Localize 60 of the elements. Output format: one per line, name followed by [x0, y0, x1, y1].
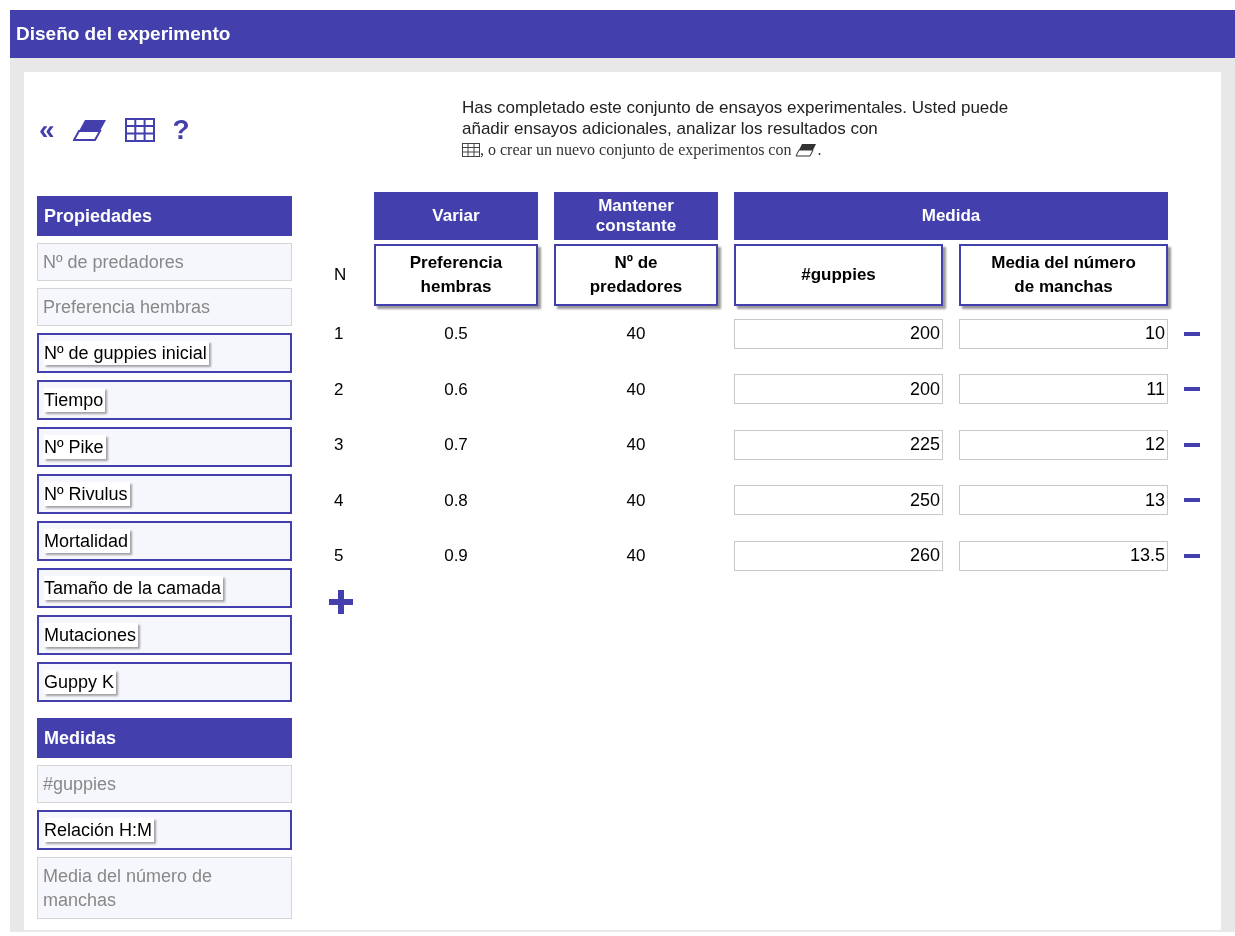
value-input[interactable]: 11	[959, 374, 1168, 405]
row-number: 1	[333, 323, 345, 345]
toolbar-button[interactable]: «	[39, 116, 55, 144]
column-group-header: Variar	[374, 192, 538, 240]
table-cell-text: 0.5	[443, 323, 469, 345]
value-input[interactable]: 200	[734, 374, 943, 405]
section-header: Propiedades	[37, 196, 292, 236]
table-cell-text: 0.9	[443, 545, 469, 567]
row-number: 3	[333, 434, 345, 456]
column-header: Preferencia hembras	[374, 244, 538, 306]
column-header: N	[333, 264, 348, 287]
minus-icon[interactable]	[1184, 387, 1200, 392]
value-input[interactable]: 12	[959, 429, 1168, 460]
table-cell-text: 0.8	[443, 489, 469, 512]
eraser-icon	[795, 143, 818, 157]
column-group-header: Mantener constante	[554, 192, 718, 240]
row-number: 5	[333, 545, 345, 567]
value-input[interactable]: 260	[734, 540, 943, 571]
plus-icon[interactable]	[329, 589, 353, 614]
property-item[interactable]: Mutaciones	[37, 615, 292, 655]
message-text: , o crear un nuevo conjunto de experimentos con	[480, 140, 792, 161]
property-item[interactable]: Tamaño de la camada	[37, 568, 292, 608]
table-cell-text: 40	[625, 434, 647, 456]
property-item[interactable]: Mortalidad	[37, 521, 292, 561]
eraser-icon[interactable]	[72, 119, 107, 141]
value-input[interactable]: 10	[959, 318, 1168, 349]
table-cell-text: 0.6	[443, 378, 469, 401]
table-cell-text: 40	[625, 378, 647, 401]
minus-icon[interactable]	[1184, 498, 1200, 503]
minus-icon[interactable]	[1184, 553, 1200, 558]
property-item[interactable]: Nº Pike	[37, 427, 292, 467]
value-input[interactable]: 225	[734, 429, 943, 460]
value-input[interactable]: 13	[959, 485, 1168, 516]
property-item[interactable]: Relación H:M	[37, 810, 292, 850]
property-item[interactable]: Nº de guppies inicial	[37, 333, 292, 373]
column-header: #guppies	[734, 244, 943, 306]
minus-icon[interactable]	[1184, 331, 1200, 336]
row-number: 2	[333, 378, 345, 401]
value-input[interactable]: 250	[734, 485, 943, 516]
message-text: Has completado este conjunto de ensayos experimentales. Usted puede añadir ensayos adicionales, analizar los resultados con	[462, 97, 1010, 139]
minus-icon[interactable]	[1184, 442, 1200, 447]
column-header: Media del número de manchas	[959, 244, 1168, 306]
table-cell-text: 40	[625, 489, 647, 512]
property-item[interactable]: Nº Rivulus	[37, 474, 292, 514]
value-input[interactable]: 13.5	[959, 540, 1168, 571]
property-item[interactable]: Guppy K	[37, 662, 292, 702]
table-icon	[462, 143, 480, 157]
row-number: 4	[333, 489, 345, 512]
toolbar-button[interactable]: ?	[172, 116, 190, 144]
table-cell-text: 40	[625, 323, 647, 345]
table-icon[interactable]	[124, 118, 155, 142]
column-group-header: Medida	[734, 192, 1168, 240]
value-input[interactable]: 200	[734, 318, 943, 349]
section-header: Medidas	[37, 718, 292, 758]
table-cell-text: 40	[625, 545, 647, 567]
property-item[interactable]: Tiempo	[37, 380, 292, 420]
window-title: Diseño del experimento	[16, 21, 231, 46]
column-header: Nº de predadores	[554, 244, 718, 306]
table-cell-text: 0.7	[443, 434, 469, 456]
message-text: .	[817, 140, 822, 160]
